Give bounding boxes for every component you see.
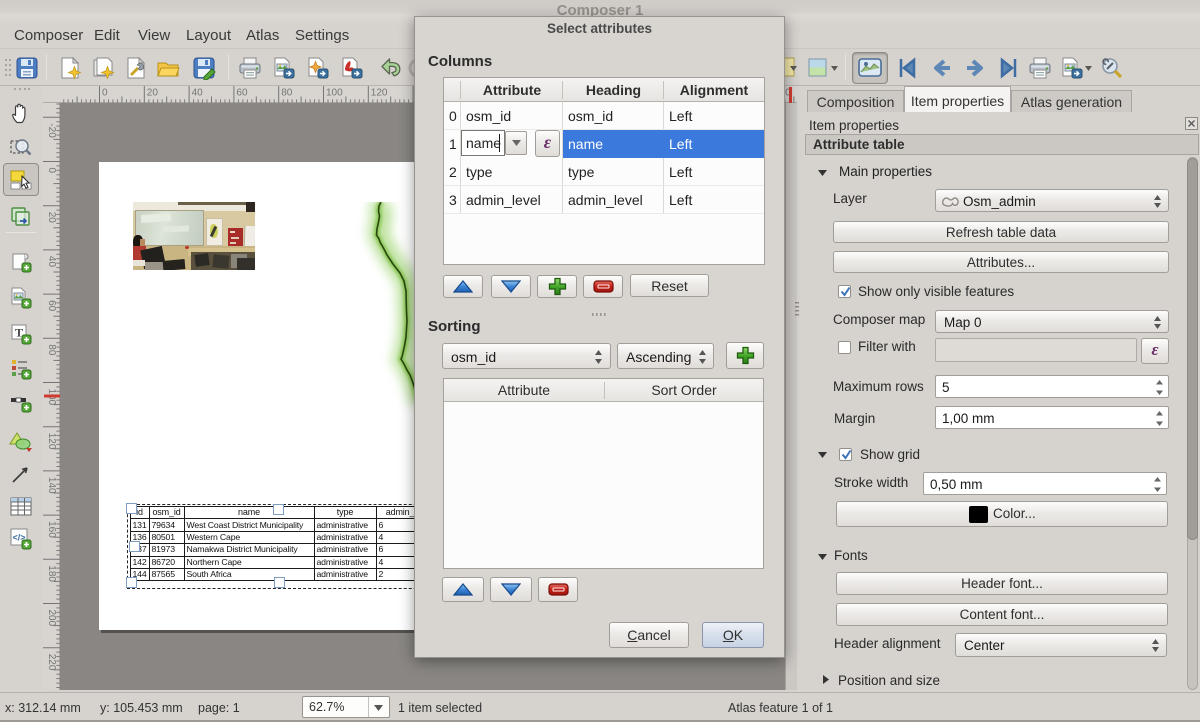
svg-text:120: 120 xyxy=(46,433,57,450)
svg-text:120: 120 xyxy=(371,88,388,99)
svg-text:80: 80 xyxy=(46,344,57,356)
svg-text:200: 200 xyxy=(46,610,57,627)
svg-text:20: 20 xyxy=(46,212,57,224)
svg-text:60: 60 xyxy=(46,300,57,312)
svg-text:60: 60 xyxy=(236,88,248,99)
svg-text:40: 40 xyxy=(192,88,204,99)
svg-text:180: 180 xyxy=(46,565,57,582)
svg-text:40: 40 xyxy=(46,256,57,268)
svg-text:220: 220 xyxy=(46,654,57,671)
svg-text:20: 20 xyxy=(147,88,159,99)
svg-text:140: 140 xyxy=(46,477,57,494)
svg-text:0: 0 xyxy=(102,88,108,99)
svg-text:160: 160 xyxy=(46,521,57,538)
svg-text:100: 100 xyxy=(326,88,343,99)
svg-text:-20: -20 xyxy=(46,123,57,138)
svg-text:0: 0 xyxy=(46,168,57,174)
svg-text:80: 80 xyxy=(281,88,293,99)
